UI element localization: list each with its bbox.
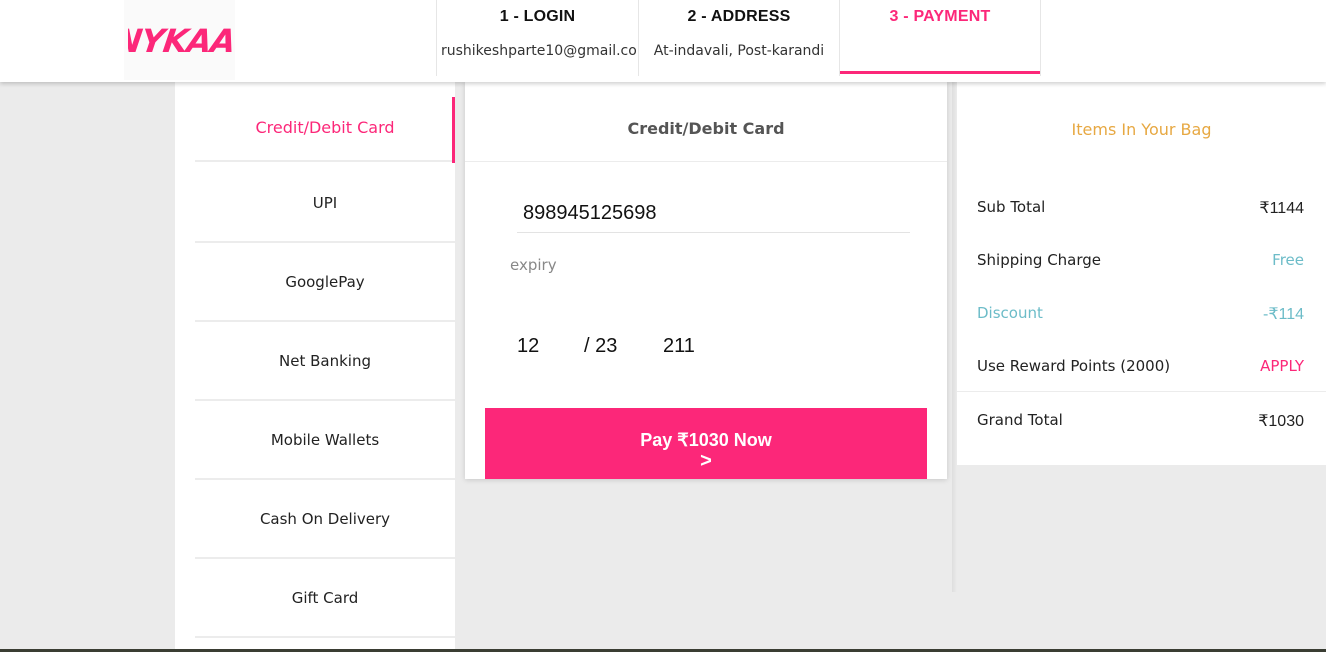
- method-googlepay[interactable]: GooglePay: [195, 243, 455, 322]
- method-label: Credit/Debit Card: [255, 118, 395, 137]
- divider: [957, 391, 1326, 392]
- expiry-year-input[interactable]: / 23: [584, 335, 617, 358]
- nykaa-logo[interactable]: NYKAA: [124, 0, 235, 80]
- step-login[interactable]: 1 - LOGIN rushikeshparte10@gmail.com: [436, 0, 638, 76]
- method-gift-card[interactable]: Gift Card: [195, 559, 455, 638]
- discount-label: Discount: [977, 304, 1043, 322]
- step-address[interactable]: 2 - ADDRESS At-indavali, Post-karandi: [638, 0, 839, 76]
- step-payment-title: 3 - PAYMENT: [889, 8, 991, 25]
- shipping-label: Shipping Charge: [977, 251, 1102, 269]
- method-label: Gift Card: [291, 588, 359, 607]
- card-payment-form: Credit/Debit Card expiry 12 / 23 211 Pay…: [465, 82, 947, 479]
- pay-now-label: Pay ₹1030 Now: [640, 429, 772, 450]
- order-summary-panel: Items In Your Bag Sub Total ₹1144 Shippi…: [957, 82, 1326, 465]
- checkout-header: NYKAA 1 - LOGIN rushikeshparte10@gmail.c…: [0, 0, 1326, 82]
- method-cash-on-delivery[interactable]: Cash On Delivery: [195, 480, 455, 559]
- reward-points-row: Use Reward Points (2000) APPLY: [977, 357, 1304, 375]
- method-upi[interactable]: UPI: [195, 164, 455, 243]
- reward-points-label: Use Reward Points (2000): [977, 357, 1171, 375]
- step-login-email: rushikeshparte10@gmail.com: [441, 43, 638, 59]
- nykaa-logo-mark: NYKAA: [128, 22, 232, 60]
- card-number-input[interactable]: [517, 195, 910, 233]
- active-step-indicator: [840, 71, 1040, 74]
- discount-value: -₹114: [1262, 306, 1304, 323]
- sub-total-row: Sub Total ₹1144: [977, 198, 1304, 218]
- method-credit-debit-card[interactable]: Credit/Debit Card: [195, 95, 455, 162]
- bag-title: Items In Your Bag: [1071, 120, 1212, 139]
- method-mobile-wallets[interactable]: Mobile Wallets: [195, 401, 455, 480]
- method-label: Mobile Wallets: [270, 430, 380, 449]
- expiry-label: expiry: [510, 256, 557, 274]
- method-label: Net Banking: [279, 351, 371, 370]
- grand-total-value: ₹1030: [1258, 413, 1304, 430]
- sub-total-label: Sub Total: [977, 198, 1046, 216]
- method-label: UPI: [312, 193, 338, 212]
- card-form-title: Credit/Debit Card: [465, 82, 947, 162]
- discount-row: Discount -₹114: [977, 304, 1304, 324]
- grand-total-label: Grand Total: [977, 411, 1063, 429]
- shipping-value: Free: [1272, 251, 1304, 269]
- expiry-month-input[interactable]: 12: [517, 335, 539, 358]
- step-address-title: 2 - ADDRESS: [687, 8, 791, 25]
- step-address-summary: At-indavali, Post-karandi: [653, 43, 825, 59]
- grand-total-row: Grand Total ₹1030: [977, 411, 1304, 431]
- chevron-right-icon: >: [700, 449, 712, 472]
- apply-reward-button[interactable]: APPLY: [1260, 357, 1304, 375]
- step-login-title: 1 - LOGIN: [499, 8, 576, 25]
- svg-text:NYKAA: NYKAA: [128, 22, 232, 60]
- pay-now-button[interactable]: Pay ₹1030 Now >: [485, 408, 927, 479]
- payment-methods-panel: Credit/Debit Card UPI GooglePay Net Bank…: [175, 82, 455, 652]
- method-label: Cash On Delivery: [259, 509, 391, 528]
- method-net-banking[interactable]: Net Banking: [195, 322, 455, 401]
- step-payment[interactable]: 3 - PAYMENT: [839, 0, 1041, 76]
- shipping-row: Shipping Charge Free: [977, 251, 1304, 269]
- active-method-indicator: [452, 97, 455, 163]
- cvv-input[interactable]: 211: [663, 335, 695, 358]
- method-label: GooglePay: [285, 272, 365, 291]
- sub-total-value: ₹1144: [1259, 200, 1304, 217]
